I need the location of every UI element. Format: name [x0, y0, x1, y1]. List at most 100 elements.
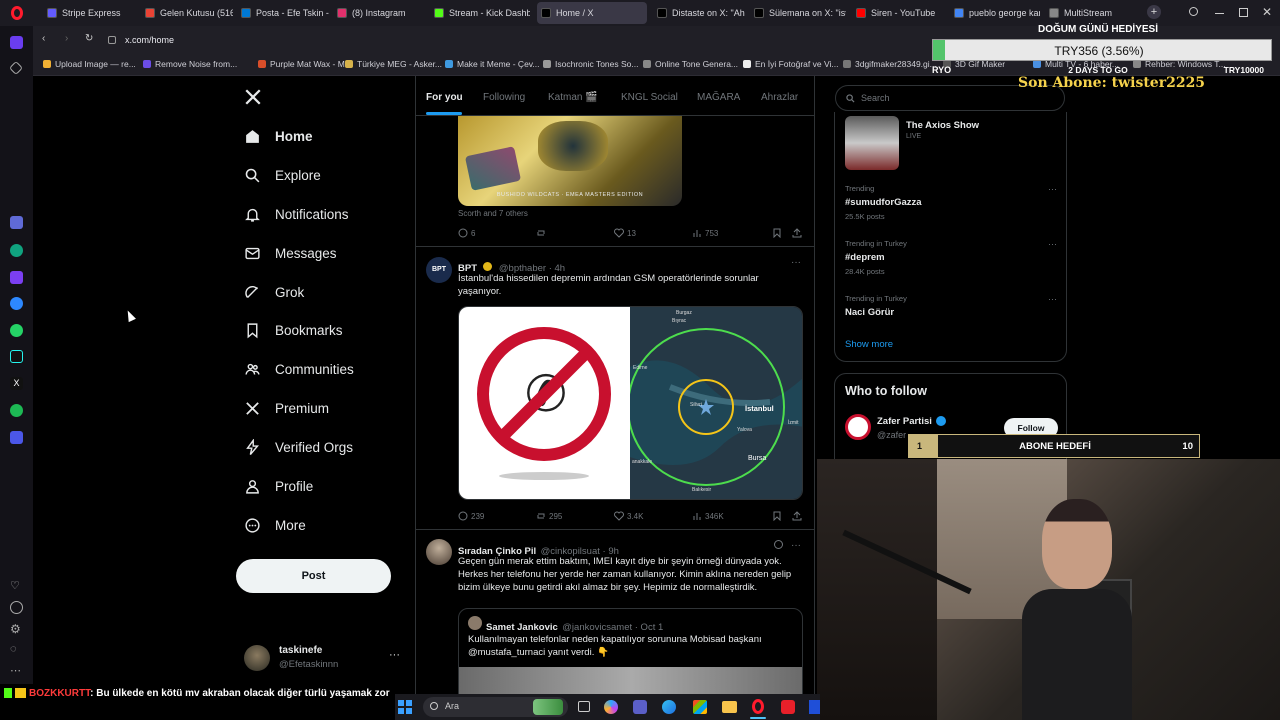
reply-action[interactable]: 239 [458, 511, 484, 521]
home-workspace-icon[interactable] [10, 36, 23, 49]
opera-taskbar-icon[interactable] [752, 699, 764, 714]
nav-item-profile[interactable]: Profile [244, 478, 313, 495]
bookmark-action[interactable] [772, 228, 782, 238]
tweet-media-card[interactable]: BUSHIDO WILDCATS · EMEA MASTERS EDITION [458, 116, 682, 206]
reload-icon[interactable]: ↻ [85, 33, 93, 44]
share-action[interactable] [792, 511, 802, 521]
chatgpt-icon[interactable] [10, 244, 23, 257]
tweet-avatar[interactable]: BPT [426, 257, 452, 283]
trend-item[interactable]: Trending #sumudforGazza 25.5K posts ··· [845, 184, 1057, 232]
bookmark-item[interactable]: Remove Noise from... [143, 59, 237, 69]
nav-item-grok[interactable]: Grok [244, 284, 304, 301]
trend-more-icon[interactable]: ··· [1048, 239, 1057, 249]
nav-item-messages[interactable]: Messages [244, 245, 337, 262]
views-action[interactable]: 346K [692, 511, 724, 521]
browser-tab[interactable]: Stream - Kick Dashbo [430, 2, 530, 24]
views-action[interactable]: 753 [692, 228, 718, 238]
browser-tab[interactable]: Stripe Express [43, 2, 135, 24]
forward-icon[interactable]: › [65, 33, 68, 44]
like-action[interactable]: 3.4K [614, 511, 643, 521]
opera-logo-icon[interactable] [11, 6, 23, 20]
suggestion-avatar[interactable] [845, 414, 871, 440]
bookmark-item[interactable]: Make it Meme - Çev... [445, 59, 540, 69]
x-logo-icon[interactable] [244, 88, 262, 111]
edge-icon[interactable] [662, 700, 676, 714]
repost-action[interactable] [536, 228, 546, 238]
close-window-button[interactable]: ✕ [1262, 5, 1272, 19]
app-blue-icon[interactable] [809, 700, 820, 714]
player-icon[interactable] [10, 431, 23, 444]
browser-tab[interactable]: (8) Instagram [333, 2, 425, 24]
minimize-button[interactable] [1215, 13, 1224, 14]
browser-tab[interactable]: Posta - Efe Tskin - Ou [237, 2, 329, 24]
browser-tab[interactable]: Sülemana on X: "istec [750, 2, 846, 24]
post-button[interactable]: Post [236, 559, 391, 593]
nav-item-premium[interactable]: Premium [244, 400, 329, 417]
timeline-tab[interactable]: Ahrazlar [761, 92, 798, 103]
grok-icon[interactable] [774, 540, 783, 549]
bookmark-action[interactable] [772, 511, 782, 521]
whatsapp-icon[interactable] [10, 324, 23, 337]
heart-icon[interactable]: ♡ [10, 579, 23, 592]
nav-item-more[interactable]: More [244, 517, 306, 534]
quoted-tweet[interactable]: Samet Jankovic @jankovicsamet · Oct 1 Ku… [458, 608, 803, 694]
bookmark-item[interactable]: Online Tone Genera... [643, 59, 738, 69]
taskbar-search[interactable]: Ara [423, 697, 568, 717]
timeline-tab[interactable]: Katman 🎬 [548, 92, 598, 103]
messenger-icon[interactable] [10, 297, 23, 310]
like-action[interactable]: 13 [614, 228, 636, 238]
trend-more-icon[interactable]: ··· [1048, 184, 1057, 194]
timeline-tab[interactable]: Following [483, 92, 525, 103]
more-dots-icon[interactable]: ⋯ [10, 664, 23, 677]
tweet-more-icon[interactable]: ··· [791, 257, 801, 268]
spotify-icon[interactable] [10, 404, 23, 417]
new-tab-button[interactable]: + [1147, 5, 1161, 19]
tweet-more-icon[interactable]: ··· [791, 540, 801, 551]
nav-item-bookmarks[interactable]: Bookmarks [244, 322, 343, 339]
browser-tab[interactable]: pueblo george karelis [950, 2, 1040, 24]
pinboard-icon[interactable] [8, 60, 24, 76]
tiktok-icon[interactable] [10, 350, 23, 363]
trend-item[interactable]: Trending in Turkey Naci Görür ··· [845, 294, 1057, 342]
bookmark-item[interactable]: Purple Mat Wax - M... [258, 59, 352, 69]
lightbulb-icon[interactable]: ◌ [10, 643, 23, 656]
browser-tab[interactable]: Gelen Kutusu (516) - [141, 2, 233, 24]
browser-tab[interactable]: Distaste on X: "Ahmet [653, 2, 745, 24]
tweet-media[interactable]: ✆ Burgaz Bıyrac Edirne Silivri İstanbul … [458, 306, 803, 500]
nav-item-notifications[interactable]: Notifications [244, 206, 349, 223]
share-action[interactable] [792, 228, 802, 238]
copilot-icon[interactable] [604, 700, 618, 714]
live-title[interactable]: The Axios Show [906, 120, 979, 131]
aria-icon[interactable] [10, 216, 23, 229]
account-more-icon[interactable]: ··· [389, 649, 400, 661]
suggestion-name[interactable]: Zafer Partisi [877, 416, 932, 427]
maximize-button[interactable] [1239, 8, 1248, 17]
nav-item-explore[interactable]: Explore [244, 167, 321, 184]
repost-action[interactable]: 295 [536, 511, 562, 521]
timeline-tab[interactable]: For you [426, 92, 463, 103]
task-view-icon[interactable] [578, 701, 590, 712]
browser-tab[interactable]: Siren - YouTube [852, 2, 944, 24]
bookmark-item[interactable]: Isochronic Tones So... [543, 59, 638, 69]
store-icon[interactable] [693, 700, 707, 714]
site-info-icon[interactable] [108, 36, 116, 44]
live-thumbnail[interactable] [845, 116, 899, 170]
nav-item-home[interactable]: Home [244, 128, 313, 145]
x-sidebar-icon[interactable]: X [10, 377, 23, 390]
app-w-icon[interactable] [781, 700, 795, 714]
browser-tab[interactable]: Home / X [537, 2, 647, 24]
url-field[interactable]: x.com/home [125, 35, 174, 45]
bookmark-item[interactable]: Upload Image — re... [43, 59, 136, 69]
nav-item-communities[interactable]: Communities [244, 361, 354, 378]
timeline-tab[interactable]: KNGL Social [621, 92, 678, 103]
reply-action[interactable]: 6 [458, 228, 475, 238]
bookmark-item[interactable]: 3dgifmaker28349.gi... [843, 59, 937, 69]
trend-more-icon[interactable]: ··· [1048, 294, 1057, 304]
cs-app-icon[interactable] [10, 271, 23, 284]
browser-tab[interactable]: MultiStream [1045, 2, 1140, 24]
file-explorer-icon[interactable] [722, 701, 737, 713]
back-icon[interactable]: ‹ [42, 33, 45, 44]
tagged-users[interactable]: Scorth and 7 others [458, 209, 528, 218]
timeline-tab[interactable]: MAĞARA [697, 92, 740, 103]
bookmark-item[interactable]: En İyi Fotoğraf ve Vi... [743, 59, 838, 69]
